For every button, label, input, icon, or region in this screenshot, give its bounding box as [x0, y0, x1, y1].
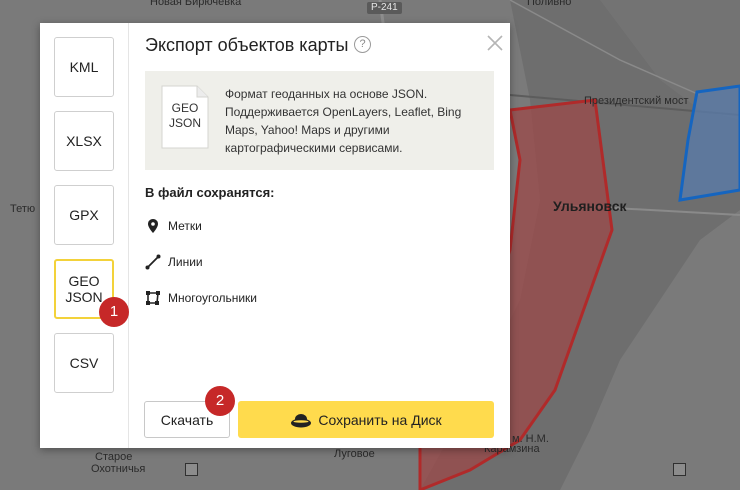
- feature-lines: Линии: [145, 252, 203, 272]
- feature-lines-label: Линии: [168, 255, 203, 269]
- format-xlsx-button[interactable]: XLSX: [54, 111, 114, 171]
- format-kml-button[interactable]: KML: [54, 37, 114, 97]
- step-badge-2: 2: [205, 386, 235, 416]
- format-description: Формат геоданных на основе JSON. Поддерж…: [225, 87, 462, 155]
- polygon-vertex-handle[interactable]: [185, 463, 198, 476]
- export-dialog: KML XLSX GPX GEO JSON CSV Экспорт объект…: [40, 23, 510, 448]
- save-to-disk-label: Сохранить на Диск: [318, 411, 442, 428]
- saves-heading: В файл сохранятся:: [145, 185, 275, 200]
- polygon-icon: [146, 291, 160, 305]
- map-label-prezidentsky-most: Президентский мост: [584, 95, 689, 107]
- format-csv-button[interactable]: CSV: [54, 333, 114, 393]
- feature-placemarks-label: Метки: [168, 219, 202, 233]
- map-label-okhotnichya: Охотничья: [91, 463, 146, 475]
- line-icon: [145, 254, 161, 270]
- help-icon[interactable]: ?: [354, 36, 371, 53]
- yandex-disk-icon: [291, 413, 312, 427]
- format-info-box: GEO JSON Формат геоданных на основе JSON…: [145, 71, 494, 170]
- map-label-tetyushi: Тетю: [10, 203, 36, 215]
- map-label-lugovoe: Луговое: [334, 448, 375, 460]
- map-label-polivno: Поливно: [527, 0, 572, 8]
- close-icon[interactable]: [484, 32, 506, 54]
- polygon-vertex-handle[interactable]: [673, 463, 686, 476]
- feature-polygons-label: Многоугольники: [168, 291, 258, 305]
- dialog-title: Экспорт объектов карты: [145, 35, 349, 55]
- format-gpx-button[interactable]: GPX: [54, 185, 114, 245]
- step-badge-1: 1: [99, 297, 129, 327]
- format-selector: KML XLSX GPX GEO JSON CSV: [40, 23, 129, 448]
- feature-polygons: Многоугольники: [145, 288, 257, 308]
- map-label-road-number: Р-241: [367, 2, 402, 14]
- file-icon-label: GEO JSON: [168, 101, 201, 130]
- save-to-disk-button[interactable]: Сохранить на Диск: [238, 401, 494, 438]
- feature-placemarks: Метки: [145, 216, 202, 236]
- map-label-staroe: Старое: [95, 451, 133, 463]
- placemark-icon: [148, 219, 158, 233]
- map-label-village: Новая Бирючевка: [150, 0, 242, 8]
- map-label-city: Ульяновск: [553, 198, 627, 214]
